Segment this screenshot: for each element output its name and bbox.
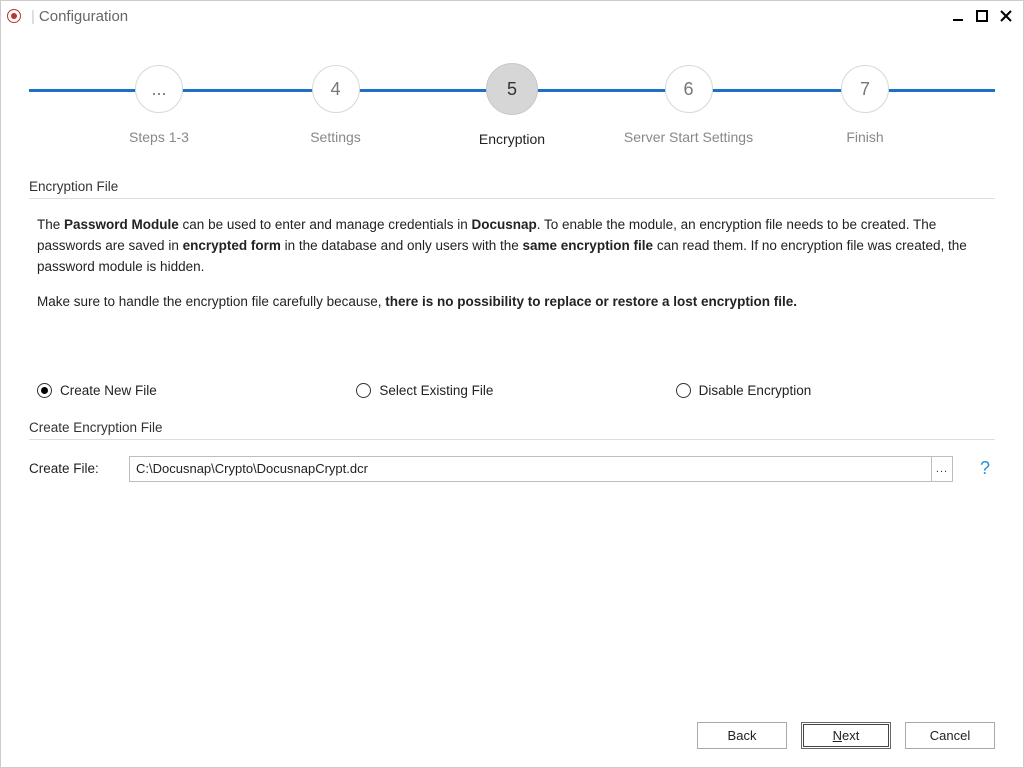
cancel-button[interactable]: Cancel	[905, 722, 995, 749]
step-server-start-settings[interactable]: 6Server Start Settings	[629, 61, 749, 147]
radio-select-existing-file[interactable]: Select Existing File	[356, 383, 675, 398]
step-label: Finish	[846, 129, 883, 145]
section-encryption-file-title: Encryption File	[29, 179, 995, 194]
radio-label: Select Existing File	[379, 383, 493, 398]
browse-button[interactable]: ...	[931, 456, 953, 482]
minimize-icon[interactable]	[951, 9, 965, 23]
step-finish[interactable]: 7 Finish	[805, 61, 925, 147]
back-button[interactable]: Back	[697, 722, 787, 749]
maximize-icon[interactable]	[975, 9, 989, 23]
create-file-input[interactable]	[130, 457, 931, 481]
wizard-footer: Back Next Cancel	[697, 722, 995, 749]
step-number: 4	[312, 65, 360, 113]
app-icon	[7, 9, 21, 23]
step-encryption[interactable]: 5 Encryption	[452, 61, 572, 147]
wizard-stepper: ...Steps 1-34Settings5Encryption6Server …	[29, 61, 995, 161]
create-file-label: Create File:	[29, 461, 115, 476]
create-file-input-wrap: ...	[129, 456, 953, 482]
step-number: 5	[486, 63, 538, 115]
step-label: Server Start Settings	[624, 129, 753, 145]
section-create-file-title: Create Encryption File	[29, 420, 995, 435]
radio-icon	[37, 383, 52, 398]
step-label: Steps 1-3	[129, 129, 189, 145]
encryption-mode-radios: Create New File Select Existing File Dis…	[29, 383, 995, 398]
close-icon[interactable]	[999, 9, 1013, 23]
radio-create-new-file[interactable]: Create New File	[37, 383, 356, 398]
radio-label: Disable Encryption	[699, 383, 812, 398]
description-paragraph-1: The Password Module can be used to enter…	[29, 215, 979, 278]
radio-icon	[356, 383, 371, 398]
titlebar: | Configuration	[1, 1, 1023, 31]
step-number: 6	[665, 65, 713, 113]
description-paragraph-2: Make sure to handle the encryption file …	[29, 292, 979, 313]
step-label: Settings	[310, 129, 361, 145]
radio-icon	[676, 383, 691, 398]
next-button[interactable]: Next	[801, 722, 891, 749]
titlebar-divider: |	[31, 8, 35, 25]
step-number: ...	[135, 65, 183, 113]
window-title: Configuration	[39, 8, 128, 25]
window-controls	[951, 9, 1017, 23]
step-label: Encryption	[479, 131, 545, 147]
radio-label: Create New File	[60, 383, 157, 398]
help-icon[interactable]: ?	[975, 458, 995, 479]
step-steps-1-3[interactable]: ... Steps 1-3	[99, 61, 219, 147]
step-number: 7	[841, 65, 889, 113]
step-settings[interactable]: 4 Settings	[276, 61, 396, 147]
radio-disable-encryption[interactable]: Disable Encryption	[676, 383, 995, 398]
